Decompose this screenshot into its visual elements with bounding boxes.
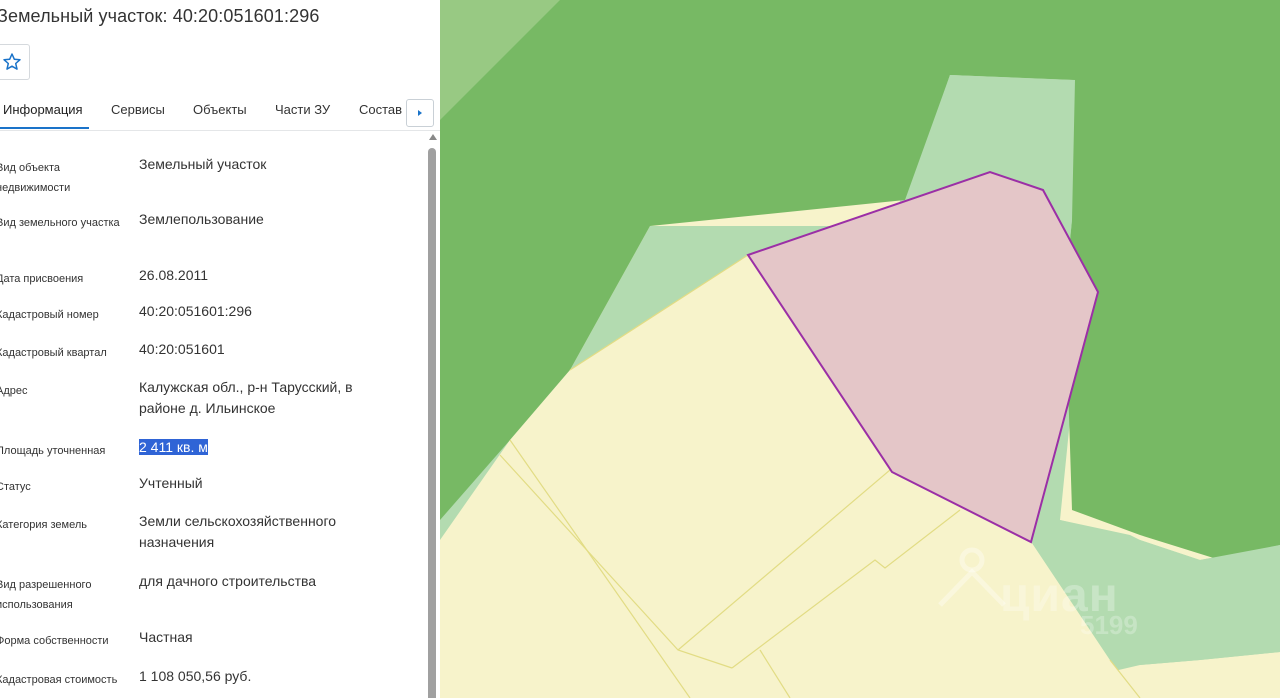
star-icon [3,53,21,70]
watermark-number: 5199 [1080,610,1138,640]
scroll-up-arrow-icon[interactable] [429,134,437,140]
field-label: Кадастровая стоимость [0,674,118,686]
field-label: Кадастровый номер [0,309,99,321]
field-value: 1 108 050,56 руб. [139,668,252,684]
field-value-selected: 2 411 кв. м [139,437,399,458]
field-value: Земли сельскохозяйственного назначения [139,513,337,550]
field-value: Частная [139,629,193,645]
tab-parts[interactable]: Части ЗУ [275,102,330,117]
field-value: Учтенный [139,475,203,491]
field-label: Площадь уточненная [0,445,106,457]
field-label: Кадастровый квартал [0,347,107,359]
tab-bar: Информация Сервисы Объекты Части ЗУ Сост… [0,92,440,131]
field-label: Категория земель [0,519,87,531]
map-layer [440,0,1280,698]
favorite-button[interactable] [0,44,30,80]
tab-services[interactable]: Сервисы [111,102,165,117]
tab-composition[interactable]: Состав [359,102,402,117]
field-label: Адрес [0,385,28,397]
field-label: Форма собственности [0,635,109,647]
active-tab-indicator [0,127,89,129]
map-canvas[interactable]: циан 5199 [440,0,1280,698]
field-label: Статус [0,481,31,493]
field-label: Вид разрешенного использования [0,579,92,611]
scroll-thumb[interactable] [428,148,436,698]
field-value: 40:20:051601 [139,341,225,357]
field-label: Вид объекта недвижимости [0,162,71,194]
field-label: Дата присвоения [0,273,84,285]
field-value: для дачного строительства [139,573,317,589]
scrollbar[interactable] [427,132,438,698]
tabs-next-button[interactable] [406,99,434,127]
info-panel: Земельный участок: 40:20:051601:296 Инфо… [0,0,440,698]
tab-information[interactable]: Информация [3,102,83,117]
field-value: Землепользование [139,211,264,227]
field-value: 26.08.2011 [139,267,209,283]
field-value: 40:20:051601:296 [139,303,252,319]
chevron-right-icon [418,110,422,116]
page-title: Земельный участок: 40:20:051601:296 [0,6,320,26]
field-label: Вид земельного участка [0,217,120,229]
selected-text: 2 411 кв. м [139,439,208,455]
field-value: Земельный участок [139,156,267,172]
tab-objects[interactable]: Объекты [193,102,247,117]
field-value: Калужская обл., р-н Тарусский, в районе … [139,379,353,416]
